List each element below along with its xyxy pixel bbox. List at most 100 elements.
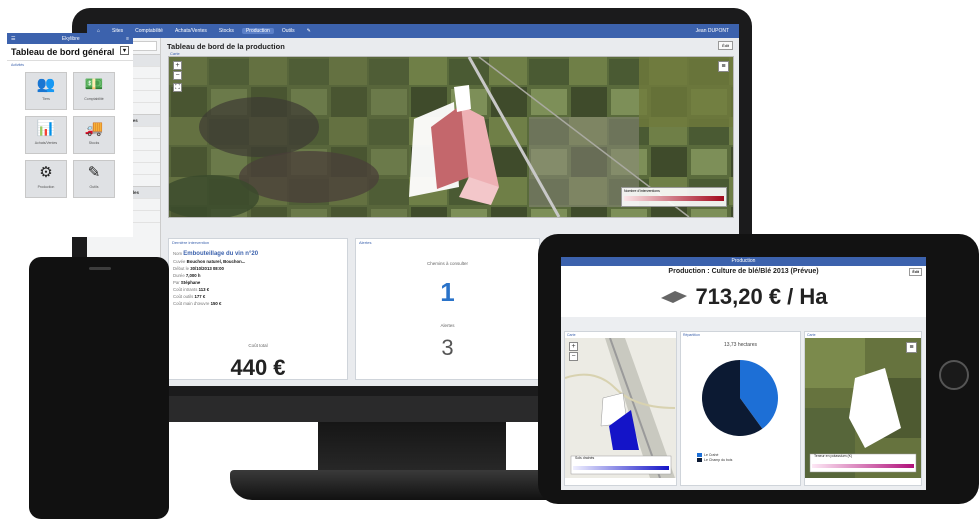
tablet-satellite-panel[interactable]: Carte Teneur en potassium (K) ≡: [804, 331, 922, 486]
parcel-white-2[interactable]: [454, 85, 471, 112]
tablet-page-title: Production : Culture de blé/Blé 2013 (Pr…: [561, 266, 926, 277]
legend-label: Le Champ du bois: [704, 458, 733, 462]
phone-frame: [29, 257, 169, 519]
info-value: 177 €: [194, 294, 206, 299]
tile-outils[interactable]: ✎ Outils: [73, 160, 115, 198]
info-row: Coût intrants 113 €: [173, 286, 343, 293]
tile-production[interactable]: ⚙ Production: [25, 160, 67, 198]
monitor-base: [230, 470, 590, 500]
zoom-out-button[interactable]: −: [569, 352, 578, 361]
alerts-secondary-count: 3: [441, 335, 454, 360]
info-key: Coût outils: [173, 294, 194, 299]
people-icon: 👥: [36, 76, 56, 93]
money-icon: 💵: [84, 76, 104, 93]
layers-icon[interactable]: ≡: [906, 342, 917, 353]
info-value: Bouchon naturel, Bouchon...: [186, 259, 246, 264]
phone-title-text: Tableau de bord général: [11, 47, 115, 57]
info-row: Par Stéphane: [173, 279, 343, 286]
dropdown-icon[interactable]: ▾: [120, 46, 129, 55]
menu-icon[interactable]: ≡: [126, 36, 129, 42]
phone-speaker: [89, 267, 111, 270]
info-row: Cuvée Bouchon naturel, Bouchon...: [173, 258, 343, 265]
tile-tiers[interactable]: 👥 Tiers: [25, 72, 67, 110]
price-per-hectare: 713,20 € / Ha: [561, 277, 926, 317]
tile-achatsventes[interactable]: 📊 Achats/Ventes: [25, 116, 67, 154]
parcel-shape-icon: [661, 291, 688, 303]
info-row: Coût main d'œuvre 150 €: [173, 300, 343, 307]
legend-label: Le Crahé: [704, 453, 719, 457]
aerial-map[interactable]: + − ⛶ ≡ Nombre d'interventions: [159, 56, 734, 219]
info-value: 113 €: [198, 287, 210, 292]
app-name: Ekylibre: [61, 35, 80, 42]
info-value: 150 €: [210, 301, 222, 306]
tablet-edit-button[interactable]: Édit: [909, 268, 922, 276]
top-navigation: ⌂ Sites Comptabilité Achats/Ventes Stock…: [87, 24, 739, 38]
alerts-card: Alertes Chemins à consulter 1 Alertes 3: [355, 238, 540, 380]
tablet-screen: Production Production : Culture de blé/B…: [561, 257, 926, 490]
user-menu[interactable]: Jean DUPONT: [692, 28, 733, 34]
page-title: Tableau de bord de la production: [167, 42, 285, 51]
alerts-caption: Chemins à consulter: [426, 261, 469, 266]
phone-tile-grid: 👥 Tiers 💵 Comptabilité 📊 Achats/Ventes 🚚 Stocks…: [7, 69, 133, 198]
layers-icon[interactable]: ≡: [718, 61, 729, 72]
pie-legend: Le Crahé Le Champ du bois: [681, 453, 800, 462]
phone-screen: ☰ Ekylibre ≡ Tableau de bord général ▾ A…: [7, 33, 133, 237]
fullscreen-button[interactable]: ⛶: [173, 83, 182, 92]
wrench-icon[interactable]: ✎: [303, 28, 315, 34]
info-key: Coût intrants: [173, 287, 198, 292]
card-label: Dernière intervention: [172, 240, 210, 245]
edit-button[interactable]: Édit: [718, 41, 733, 50]
intervention-link[interactable]: Embouteillage du vin n°20: [183, 251, 258, 257]
legend-entry: Le Crahé: [697, 453, 784, 457]
info-value: Stéphane: [180, 280, 201, 285]
info-value: 30/10/2013 08:00: [190, 266, 224, 271]
total-cost-label: Coût total: [248, 343, 268, 348]
nav-item[interactable]: Achats/Ventes: [171, 28, 211, 34]
zoom-in-button[interactable]: +: [173, 61, 182, 70]
legend-gradient: [624, 196, 724, 201]
pie-chart: [702, 360, 778, 436]
info-value: 7,000 h: [185, 273, 201, 278]
info-key: Cuvée: [173, 259, 186, 264]
legend-swatch: [697, 453, 702, 457]
gears-icon: ⚙: [39, 164, 53, 181]
tile-label: Comptabilité: [84, 97, 104, 101]
info-key: Par: [173, 280, 180, 285]
nav-item[interactable]: Comptabilité: [131, 28, 167, 34]
info-key: Nom: [173, 251, 184, 256]
info-row: Coût outils 177 €: [173, 293, 343, 300]
back-icon[interactable]: ☰: [11, 36, 15, 42]
zoom-out-button[interactable]: −: [173, 71, 182, 80]
tile-label: Production: [37, 185, 55, 189]
tablet-map-panel[interactable]: Carte Sols drainés + −: [564, 331, 677, 486]
tile-label: Stocks: [88, 141, 100, 145]
info-row: Début le 30/10/2013 08:00: [173, 265, 343, 272]
wand-icon: ✎: [87, 164, 101, 181]
tile-label: Achats/Ventes: [34, 141, 58, 145]
legend-swatch: [697, 458, 702, 462]
info-key: Coût main d'œuvre: [173, 301, 210, 306]
intervention-details: Cuvée Bouchon naturel, Bouchon... Début l…: [169, 258, 347, 307]
tile-label: Tiers: [42, 97, 50, 101]
legend-title: Sols drainés: [575, 456, 595, 460]
zoom-in-button[interactable]: +: [569, 342, 578, 351]
distribution-panel: Répartition 13,73 hectares Le Crahé Le Ch…: [680, 331, 801, 486]
phone-page-title: Tableau de bord général ▾: [7, 44, 133, 61]
truck-icon: 🚚: [84, 120, 104, 137]
tablet-home-button: [939, 360, 969, 390]
alerts-count[interactable]: 1: [356, 277, 539, 308]
total-cost-value: 440 €: [230, 355, 286, 380]
nav-item-active[interactable]: Production: [241, 28, 274, 34]
phone-header: ☰ Ekylibre ≡: [7, 33, 133, 44]
tablet-header: Production: [561, 257, 926, 266]
nav-item[interactable]: Outils: [278, 28, 299, 34]
legend-title: Teneur en potassium (K): [814, 454, 853, 458]
tablet-title-text: Production : Culture de blé/Blé 2013 (Pr…: [668, 268, 819, 275]
nav-item[interactable]: Stocks: [215, 28, 238, 34]
tile-label: Outils: [89, 185, 99, 189]
info-key: Durée: [173, 273, 185, 278]
tile-comptabilit[interactable]: 💵 Comptabilité: [73, 72, 115, 110]
last-intervention-card: Dernière intervention Nom Embouteillage …: [168, 238, 348, 380]
tile-stocks[interactable]: 🚚 Stocks: [73, 116, 115, 154]
chart-icon: 📊: [36, 120, 56, 137]
